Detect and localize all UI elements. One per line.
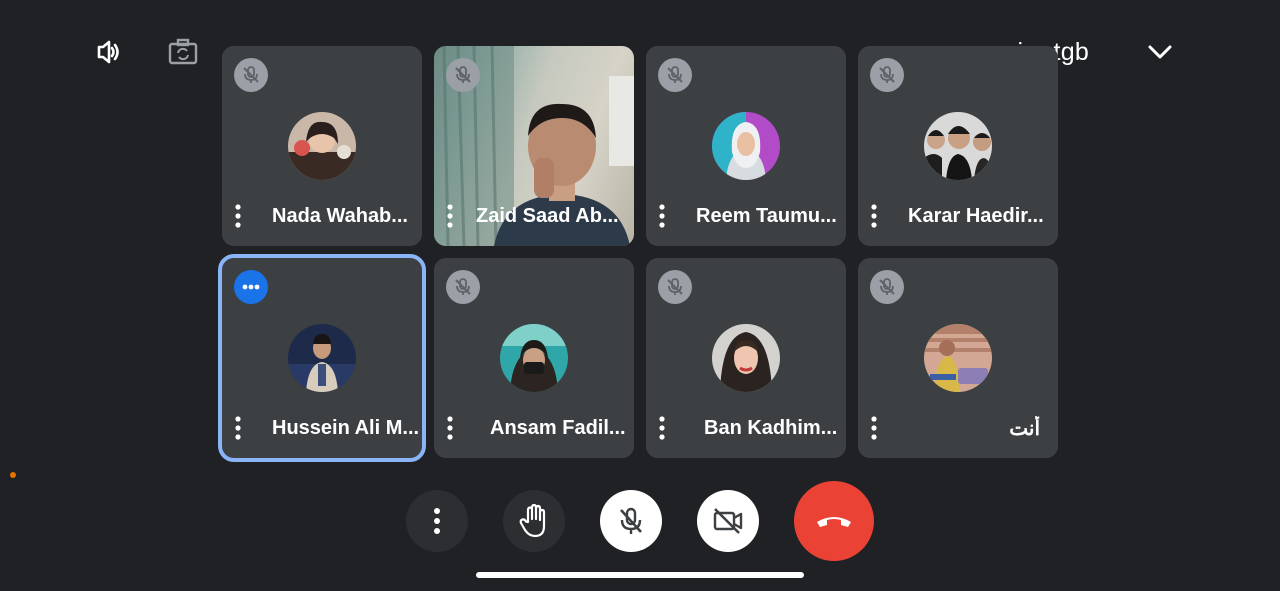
chevron-down-icon[interactable] [1142, 34, 1178, 70]
more-vert-icon[interactable] [434, 412, 466, 444]
microphone-toggle-button[interactable] [600, 490, 662, 552]
more-vert-icon[interactable] [222, 412, 254, 444]
participant-tile[interactable]: Ban Kadhim... [646, 258, 846, 458]
participant-name: Ban Kadhim... [704, 416, 838, 439]
avatar [712, 324, 780, 392]
mic-off-icon [234, 58, 268, 92]
participant-tile[interactable]: Karar Haedir... [858, 46, 1058, 246]
more-vert-icon[interactable] [858, 200, 890, 232]
raise-hand-button[interactable] [503, 490, 565, 552]
privacy-indicator-dot [10, 472, 16, 478]
audio-activity-icon [234, 270, 268, 304]
participant-name: Hussein Ali M... [272, 416, 420, 439]
speaker-icon[interactable] [90, 34, 126, 70]
more-vert-icon[interactable] [434, 200, 466, 232]
mic-off-icon [870, 58, 904, 92]
hand-icon [519, 504, 546, 538]
more-vert-icon[interactable] [646, 412, 678, 444]
participant-name: Zaid Saad Ab... [476, 204, 619, 227]
camera-off-icon [713, 508, 743, 534]
more-vert-icon [434, 508, 440, 534]
camera-toggle-button[interactable] [697, 490, 759, 552]
mic-off-icon [620, 507, 642, 534]
participant-tile[interactable]: Ansam Fadil... [434, 258, 634, 458]
avatar [924, 324, 992, 392]
home-indicator[interactable] [476, 572, 804, 578]
participant-tile[interactable]: Nada Wahab... [222, 46, 422, 246]
participant-tile-selected[interactable]: Hussein Ali M... [218, 254, 426, 462]
avatar [288, 324, 356, 392]
participant-name: Ansam Fadil... [490, 416, 626, 439]
participant-tile[interactable]: Reem Taumu... [646, 46, 846, 246]
avatar [712, 112, 780, 180]
participant-name: Reem Taumu... [696, 204, 837, 227]
more-vert-icon[interactable] [858, 412, 890, 444]
meet-call-screen: xgx-mirz-tgb Nada Wahab... [0, 0, 1280, 591]
participant-name-self: أنت [1009, 417, 1040, 440]
mic-off-icon [446, 58, 480, 92]
end-call-button[interactable] [794, 481, 874, 561]
avatar [924, 112, 992, 180]
more-vert-icon[interactable] [222, 200, 254, 232]
participant-name: Nada Wahab... [272, 204, 408, 227]
more-vert-icon[interactable] [646, 200, 678, 232]
switch-camera-icon[interactable] [165, 34, 201, 70]
mic-off-icon [870, 270, 904, 304]
participant-name: Karar Haedir... [908, 204, 1044, 227]
participant-video-tile[interactable]: Zaid Saad Ab... [434, 46, 634, 246]
self-tile[interactable]: أنت [858, 258, 1058, 458]
mic-off-icon [446, 270, 480, 304]
hang-up-icon [817, 517, 851, 527]
avatar [500, 324, 568, 392]
mic-off-icon [658, 58, 692, 92]
avatar [288, 112, 356, 180]
mic-off-icon [658, 270, 692, 304]
more-options-button[interactable] [406, 490, 468, 552]
